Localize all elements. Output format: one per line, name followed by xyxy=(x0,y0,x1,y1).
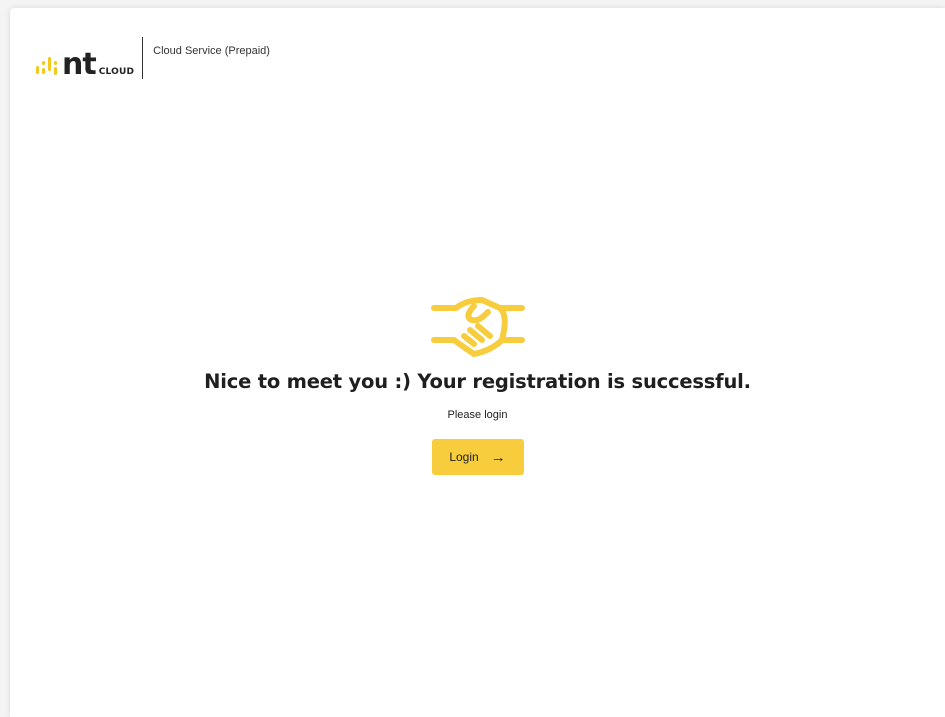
logo-suffix: CLOUD xyxy=(98,67,135,77)
login-button[interactable]: Login → xyxy=(431,439,524,475)
logo-wordmark: nt xyxy=(62,47,97,82)
login-prompt: Please login xyxy=(447,409,508,421)
page-frame: nt CLOUD Cloud Service (Prepaid) Nice to… xyxy=(10,8,945,717)
login-button-label: Login xyxy=(449,450,479,464)
arrow-right-icon: → xyxy=(490,448,506,466)
brand-logo[interactable]: nt CLOUD xyxy=(34,34,134,82)
header: nt CLOUD Cloud Service (Prepaid) xyxy=(34,34,270,82)
logo-bars-icon xyxy=(34,52,64,82)
registration-success-panel: Nice to meet you :) Your registration is… xyxy=(10,290,945,475)
header-divider xyxy=(142,37,144,79)
service-label: Cloud Service (Prepaid) xyxy=(153,45,270,57)
handshake-icon xyxy=(430,297,525,357)
success-headline: Nice to meet you :) Your registration is… xyxy=(204,370,751,393)
